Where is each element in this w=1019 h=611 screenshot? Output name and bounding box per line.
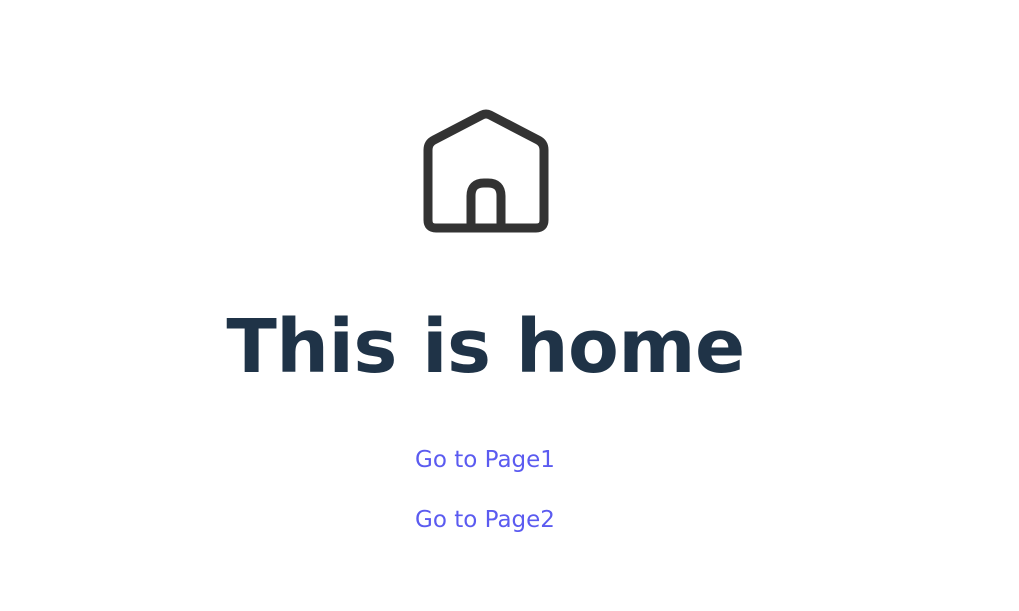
page-title: This is home <box>226 304 745 390</box>
home-page: This is home Go to Page1 Go to Page2 <box>0 0 1019 611</box>
home-icon <box>420 107 552 235</box>
go-to-page2-link[interactable]: Go to Page2 <box>415 505 555 535</box>
go-to-page1-link[interactable]: Go to Page1 <box>415 445 555 475</box>
